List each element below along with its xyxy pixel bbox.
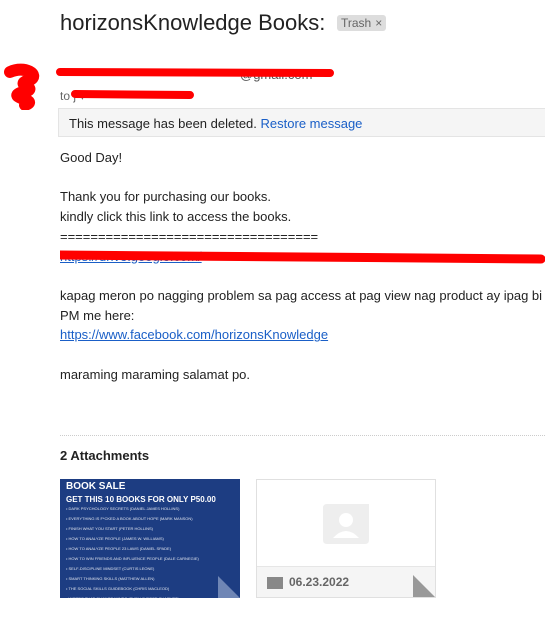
- fold-corner-icon: [218, 576, 240, 598]
- body-line: PM me here:: [60, 307, 135, 323]
- poster-line: • FINISH WHAT YOU START (PETER HOLLINS): [66, 526, 153, 531]
- poster-line: • DARK PSYCHOLOGY SECRETS (DANIEL JAMES …: [66, 506, 180, 511]
- fold-corner-icon: [413, 575, 435, 597]
- email-subject: horizonsKnowledge Books:: [60, 10, 326, 35]
- trash-label[interactable]: Trash ×: [337, 15, 387, 31]
- poster-line: • HOW TO ANALYZE PEOPLE (JAMES W. WILLIA…: [66, 536, 164, 541]
- poster-line: • SELF-DISCIPLINE MINDSET (CURTIS LEONE): [66, 566, 155, 571]
- link-redaction: [60, 250, 545, 263]
- body-line: kindly click this link to access the boo…: [60, 209, 292, 225]
- body-line: kapag meron po nagging problem sa pag ac…: [60, 287, 543, 303]
- poster-line: • HOW TO ANALYZE PEOPLE 23 LAWS (DANIEL …: [66, 546, 172, 551]
- folder-icon: [267, 576, 283, 589]
- redaction-marks: [4, 63, 334, 110]
- poster-line: • EVERYTHING IS F*CKED A BOOK ABOUT HOPE…: [66, 516, 193, 521]
- attachment-book-sale[interactable]: BOOK SALE GET THIS 10 BOOKS FOR ONLY P50…: [60, 479, 240, 598]
- message-body: Good Day! Thank you for purchasing our b…: [60, 148, 545, 384]
- greeting: Good Day!: [60, 150, 123, 165]
- attachment-file[interactable]: 06.23.2022: [256, 479, 436, 598]
- separator: ==================================: [60, 228, 319, 244]
- divider: [60, 435, 545, 436]
- poster-line: • HOW TO WIN FRIENDS AND INFLUENCE PEOPL…: [66, 556, 199, 561]
- closing: maraming maraming salamat po.: [60, 366, 251, 382]
- poster-headline: GET THIS 10 BOOKS FOR ONLY P50.00: [66, 495, 216, 504]
- deleted-banner: This message has been deleted. Restore m…: [58, 108, 545, 137]
- body-line: Thank you for purchasing our books.: [60, 189, 272, 205]
- image-placeholder-icon: [323, 504, 369, 544]
- remove-label-icon[interactable]: ×: [375, 16, 382, 30]
- poster-title: BOOK SALE: [66, 481, 126, 492]
- facebook-link[interactable]: https://www.facebook.com/horizonsKnowled…: [60, 327, 328, 342]
- trash-label-text: Trash: [341, 16, 372, 30]
- attachments-heading: 2 Attachments: [60, 448, 150, 463]
- deleted-text: This message has been deleted.: [69, 116, 257, 131]
- attachment-name: 06.23.2022: [289, 575, 350, 589]
- poster-line: • WORDS THAT CHANGE MINDS (SHELLE ROSE C…: [60, 596, 240, 598]
- restore-message-link[interactable]: Restore message: [261, 116, 363, 131]
- poster-line: • THE SOCIAL SKILLS GUIDEBOOK (CHRIS MAC…: [66, 586, 170, 591]
- poster-line: • SMART THINKING SKILLS (MATTHEW ALLEN): [66, 576, 155, 581]
